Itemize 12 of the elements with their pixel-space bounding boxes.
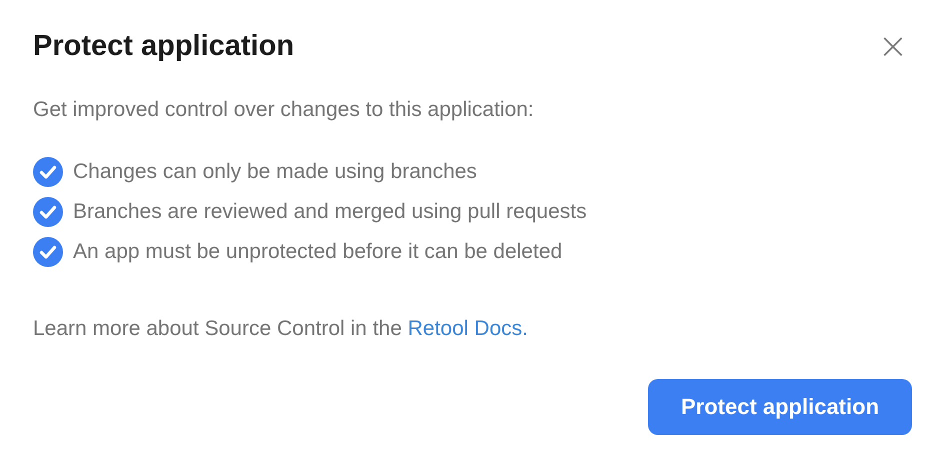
- benefit-text: An app must be unprotected before it can be deleted: [73, 240, 562, 264]
- dialog-title: Protect application: [33, 30, 294, 63]
- check-circle-icon: [33, 197, 63, 227]
- check-circle-icon: [33, 237, 63, 267]
- benefit-text: Branches are reviewed and merged using pull requests: [73, 200, 587, 224]
- check-circle-icon: [33, 157, 63, 187]
- intro-text: Get improved control over changes to this application:: [33, 98, 535, 122]
- close-button[interactable]: ×: [874, 32, 912, 62]
- docs-link[interactable]: Retool Docs.: [408, 317, 528, 340]
- benefit-text: Changes can only be made using branches: [73, 160, 477, 184]
- learn-more-text: Learn more about Source Control in the: [33, 317, 402, 340]
- protect-application-button[interactable]: Protect application: [648, 379, 912, 435]
